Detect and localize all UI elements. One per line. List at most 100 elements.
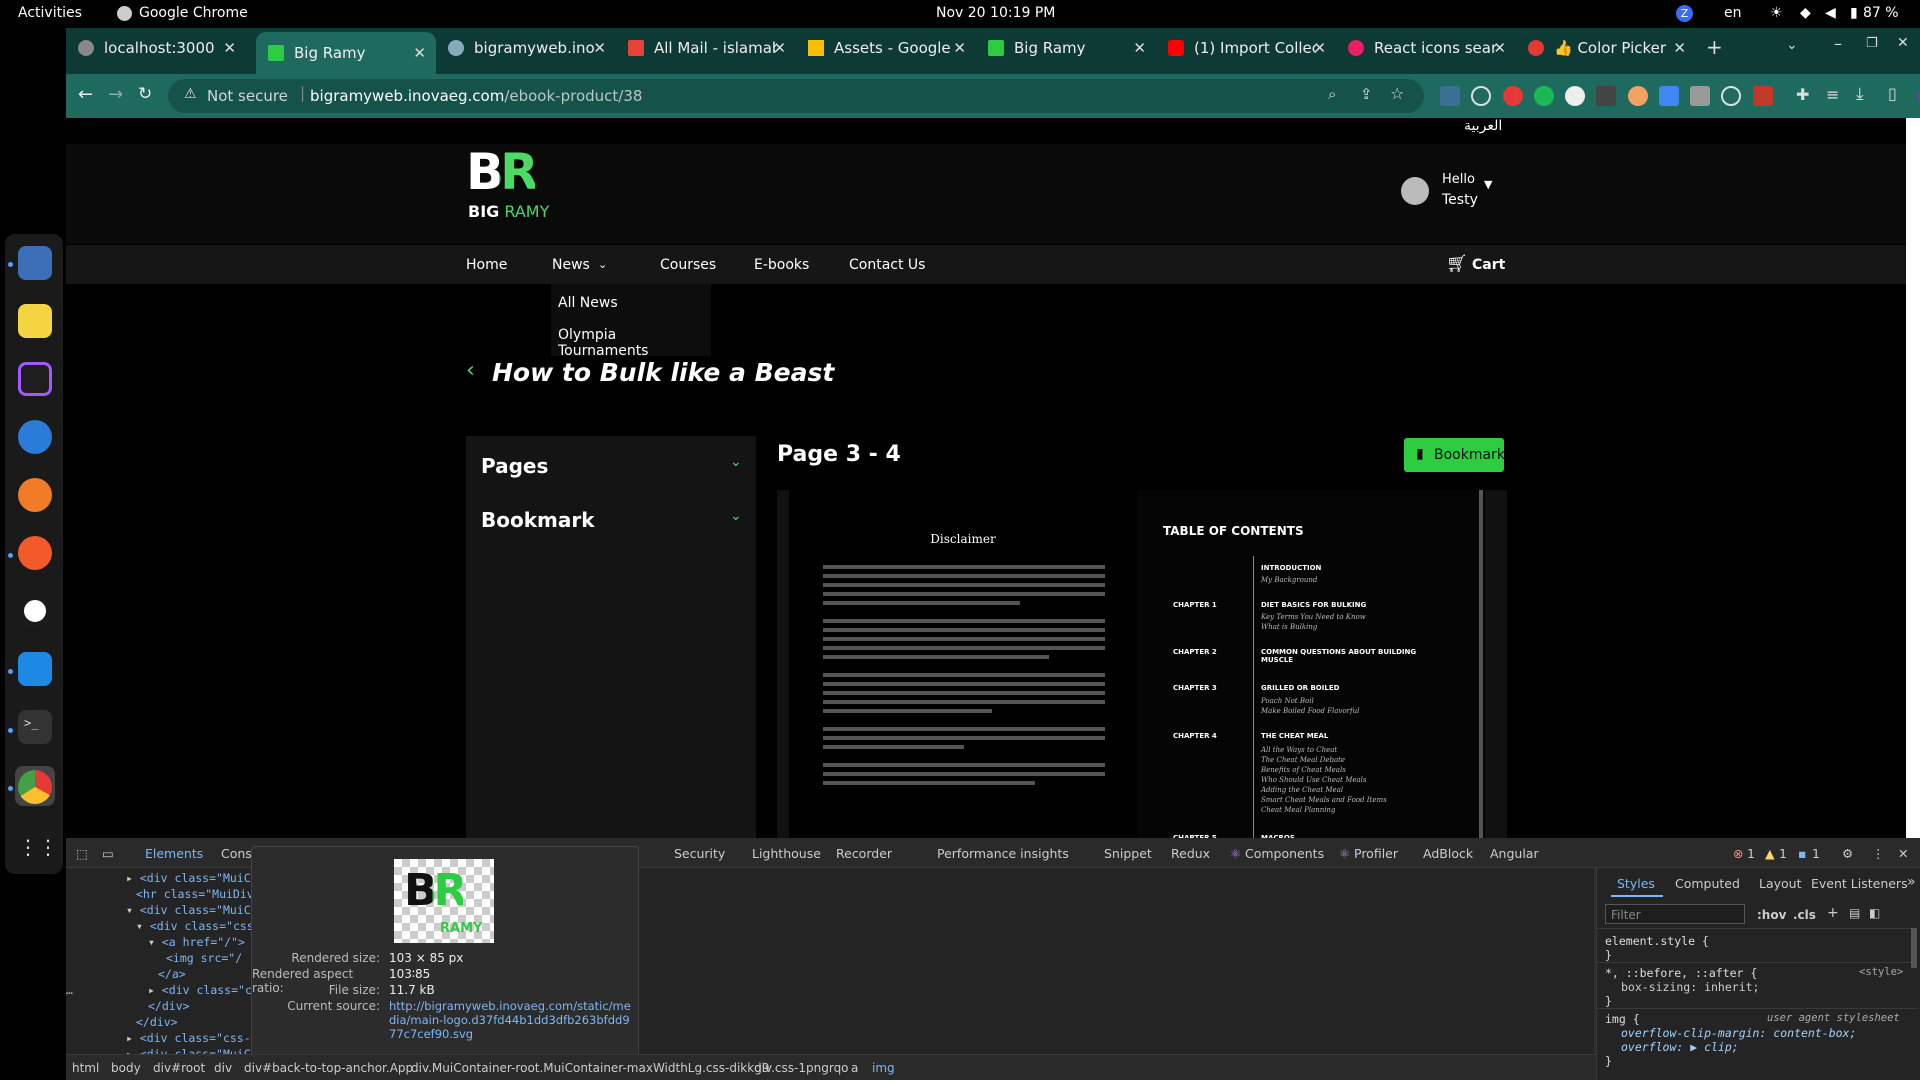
close-tab-icon[interactable]: ✕: [1673, 39, 1686, 57]
tab-google-drive[interactable]: Assets - Google ✕: [796, 28, 976, 68]
layout-tab[interactable]: Layout: [1759, 876, 1802, 891]
tree-line[interactable]: ▾ <a href="/">: [148, 935, 245, 949]
computed-tab[interactable]: Computed: [1675, 876, 1740, 891]
class-toggle[interactable]: .cls: [1793, 908, 1816, 922]
devtools-tab-angular[interactable]: Angular: [1490, 846, 1539, 861]
menu-item-olympia[interactable]: Olympia Tournaments: [558, 327, 711, 359]
crumb[interactable]: body: [111, 1061, 141, 1075]
info-icon[interactable]: ▪: [1798, 846, 1806, 861]
crumb[interactable]: div#root: [153, 1061, 205, 1075]
keyboard-language[interactable]: en: [1724, 5, 1742, 21]
omnibox[interactable]: ⚠ Not secure | bigramyweb.inovaeg.com/eb…: [168, 79, 1424, 113]
vscode-icon[interactable]: [18, 652, 52, 686]
sidebar-toggle-icon[interactable]: ◧: [1869, 906, 1880, 920]
overflow-clip-declaration[interactable]: overflow-clip-margin: content-box;: [1621, 1026, 1856, 1040]
security-label[interactable]: Not secure: [207, 87, 288, 105]
tree-line[interactable]: ▸ <div class="c: [148, 983, 252, 997]
site-logo[interactable]: BR BIG RAMY: [466, 144, 560, 224]
nav-news[interactable]: News: [552, 257, 590, 273]
pages-chevron-down-icon[interactable]: ⌄: [730, 454, 742, 470]
crumb-active[interactable]: img: [872, 1061, 895, 1075]
news-chevron-down-icon[interactable]: ⌄: [598, 258, 607, 271]
devtools-tab-profiler[interactable]: Profiler: [1354, 846, 1398, 861]
tab-youtube[interactable]: (1) Import Collec ✕: [1156, 28, 1336, 68]
pages-accordion-label[interactable]: Pages: [481, 454, 548, 478]
zoom-icon[interactable]: ⌕: [1328, 85, 1336, 103]
back-chevron-icon[interactable]: ‹: [466, 358, 475, 383]
extensions-puzzle-icon[interactable]: ✚: [1796, 85, 1809, 104]
volume-icon[interactable]: ◀: [1825, 5, 1836, 21]
language-switch[interactable]: العربية: [1464, 118, 1502, 134]
tree-ellipsis[interactable]: …: [66, 983, 73, 997]
minimize-window-button[interactable]: –: [1834, 34, 1842, 53]
tab-bigramyweb[interactable]: bigramyweb.ino ✕: [436, 28, 616, 68]
rule-source[interactable]: <style>: [1859, 966, 1903, 978]
bookmark-chevron-down-icon[interactable]: ⌄: [730, 508, 742, 524]
styles-filter-input[interactable]: Filter: [1605, 904, 1745, 924]
tooltip-source-link[interactable]: http://bigramyweb.inovaeg.com/static/med…: [389, 999, 631, 1041]
tree-line[interactable]: </div>: [148, 999, 190, 1013]
bookmark-star-icon[interactable]: ☆: [1390, 84, 1404, 103]
error-icon[interactable]: ⊗: [1733, 846, 1743, 861]
crumb[interactable]: div: [214, 1061, 232, 1075]
close-tab-icon[interactable]: ✕: [953, 39, 966, 57]
extension-icon[interactable]: [1471, 86, 1491, 106]
tab-color-picker[interactable]: 👍 Color Picker ✕: [1516, 28, 1696, 68]
extension-icon[interactable]: [1721, 86, 1741, 106]
devtools-tab-lighthouse[interactable]: Lighthouse: [752, 846, 821, 861]
info-count[interactable]: 1: [1812, 846, 1820, 861]
more-tabs-icon[interactable]: »: [1907, 874, 1916, 890]
forward-button[interactable]: →: [108, 84, 123, 105]
extension-icon[interactable]: [1628, 86, 1648, 106]
close-devtools-icon[interactable]: ✕: [1898, 846, 1908, 861]
tree-line[interactable]: ▾ <div class="css: [136, 919, 254, 933]
crumb[interactable]: div#back-to-top-anchor.App: [244, 1061, 413, 1075]
mongodb-compass-icon[interactable]: [18, 594, 52, 628]
cart-icon[interactable]: 🛒︎: [1446, 254, 1468, 274]
tree-line[interactable]: ▸ <div class="MuiCo: [126, 871, 258, 885]
grammarly-icon[interactable]: [1534, 86, 1554, 106]
pdf-scrollbar[interactable]: [1479, 490, 1483, 854]
tree-line[interactable]: </a>: [158, 967, 186, 981]
close-tab-icon[interactable]: ✕: [593, 39, 606, 57]
error-count[interactable]: 1: [1747, 846, 1755, 861]
warning-icon[interactable]: ▲: [1765, 846, 1775, 861]
user-menu-chevron-icon[interactable]: ▼: [1484, 178, 1492, 191]
wifi-icon[interactable]: ◆: [1800, 5, 1811, 21]
extension-icon[interactable]: [1503, 86, 1523, 106]
extension-icon[interactable]: [1565, 86, 1585, 106]
back-button[interactable]: ←: [78, 84, 93, 105]
tab-big-ramy-active[interactable]: Big Ramy ✕: [256, 32, 436, 74]
overflow-declaration[interactable]: overflow: ▶ clip;: [1621, 1040, 1739, 1054]
add-rule-icon[interactable]: +: [1827, 905, 1839, 921]
page-scrollbar[interactable]: [1906, 118, 1920, 854]
nav-courses[interactable]: Courses: [660, 257, 716, 273]
tree-line[interactable]: ▸ <div class="css-c: [126, 1031, 258, 1045]
user-name[interactable]: Testy: [1442, 192, 1478, 208]
crumb[interactable]: div.css-1pngrqo: [754, 1061, 849, 1075]
terminal-icon[interactable]: >_: [18, 710, 52, 744]
battery-icon[interactable]: ▮: [1850, 5, 1858, 21]
reload-button[interactable]: ↻: [138, 84, 152, 104]
side-panel-icon[interactable]: ▯: [1888, 84, 1897, 103]
chrome-icon[interactable]: [18, 770, 52, 804]
close-tab-icon[interactable]: ✕: [223, 39, 236, 57]
close-tab-icon[interactable]: ✕: [1133, 39, 1146, 57]
warning-icon[interactable]: ⚠: [184, 86, 197, 102]
timer-extension-icon[interactable]: [1596, 86, 1616, 106]
notes-icon[interactable]: [18, 304, 52, 338]
reading-list-icon[interactable]: ≡: [1826, 85, 1839, 104]
tab-react-icons[interactable]: React icons sear ✕: [1336, 28, 1516, 68]
postman-icon[interactable]: [18, 536, 52, 570]
devtools-tab-snippet[interactable]: Snippet: [1104, 846, 1152, 861]
box-sizing-declaration[interactable]: box-sizing: inherit;: [1621, 980, 1759, 994]
tree-line[interactable]: <img src="/: [166, 951, 242, 965]
close-tab-icon[interactable]: ✕: [773, 39, 786, 57]
translate-icon[interactable]: [1659, 86, 1679, 106]
extension-icon[interactable]: [1440, 86, 1460, 106]
crumb[interactable]: html: [72, 1061, 99, 1075]
warning-count[interactable]: 1: [1779, 846, 1787, 861]
devtools-menu-icon[interactable]: ⋮: [1872, 846, 1885, 861]
extension-icon[interactable]: [1753, 86, 1773, 106]
devtools-tab-performance-insights[interactable]: Performance insights: [937, 846, 1069, 861]
